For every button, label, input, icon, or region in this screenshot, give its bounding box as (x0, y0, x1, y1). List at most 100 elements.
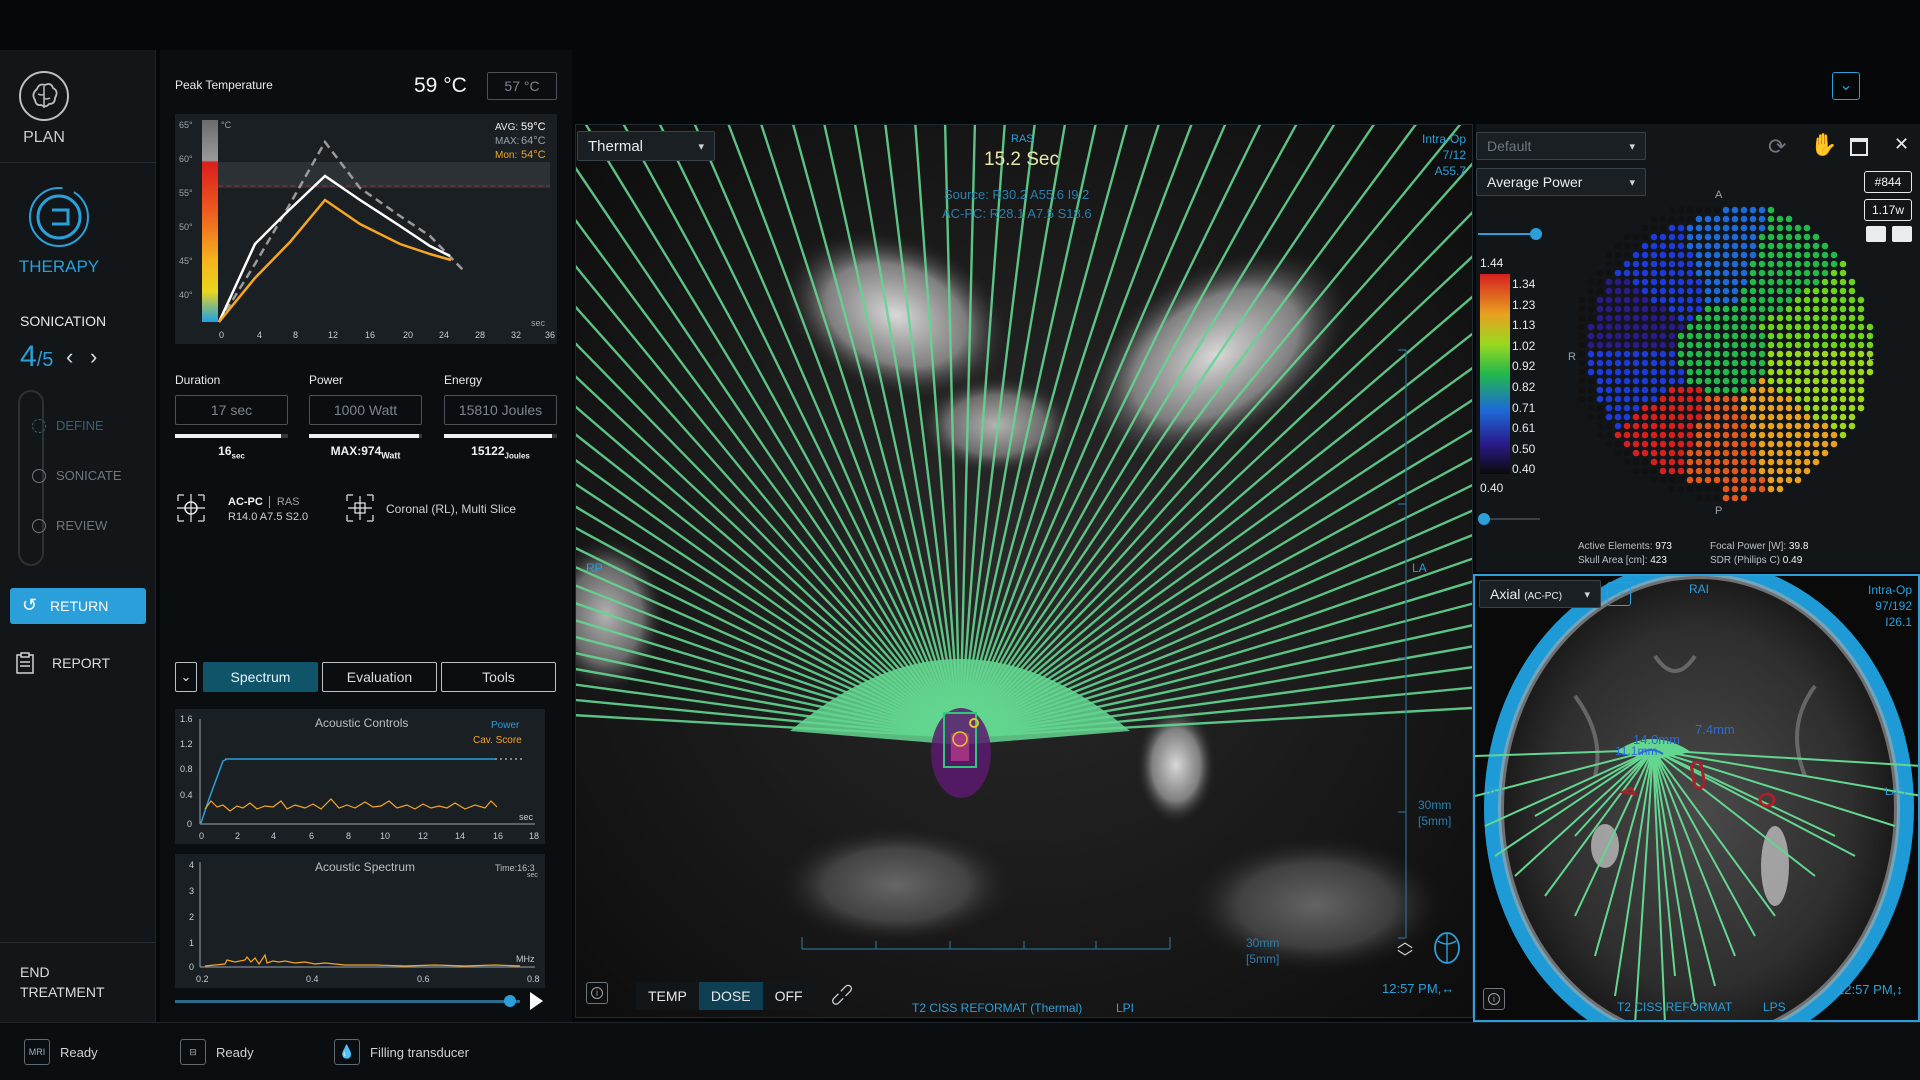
crosshair-icon[interactable] (175, 492, 207, 524)
transducer-element (1722, 404, 1730, 412)
transducer-element (1704, 314, 1712, 322)
info-button[interactable]: i (586, 982, 608, 1004)
transducer-element (1767, 323, 1775, 331)
duration-progress (175, 434, 288, 438)
transducer-element (1695, 323, 1703, 331)
transducer-element (1848, 305, 1856, 313)
energy-actual: 15122Joules (444, 444, 557, 460)
transducer-element-map[interactable]: A P R L (1568, 186, 1878, 516)
transducer-element (1731, 341, 1739, 349)
transducer-element (1758, 323, 1766, 331)
return-button[interactable]: ↺ RETURN (10, 588, 146, 624)
transducer-element (1632, 278, 1640, 286)
duration-actual-unit: sec (231, 451, 245, 461)
playback-handle[interactable] (503, 995, 516, 1007)
dose-toggle[interactable]: DOSE (698, 982, 763, 1010)
transducer-element (1704, 458, 1712, 466)
preset-dropdown[interactable]: Default ▾ (1476, 132, 1646, 160)
focal-stats: Focal Power [W]: 39.8 SDR (Philips C) 0.… (1710, 540, 1808, 568)
next-sonication-button[interactable]: › (90, 344, 97, 370)
transducer-element (1731, 332, 1739, 340)
transducer-element (1785, 305, 1793, 313)
scroll-slices-control[interactable]: ︿ ﹀ (1394, 935, 1416, 967)
close-icon[interactable]: ✕ (1894, 134, 1909, 155)
report-button[interactable]: REPORT (16, 652, 110, 674)
transducer-element (1767, 449, 1775, 457)
transducer-element (1686, 251, 1694, 259)
transducer-element (1605, 404, 1613, 412)
transducer-element (1695, 377, 1703, 385)
transducer-element (1740, 377, 1748, 385)
element-swatch-b[interactable] (1892, 226, 1912, 242)
refresh-icon[interactable]: ⟳ (1768, 134, 1786, 160)
element-stats: Active Elements: 973 Skull Area [cm]: 42… (1578, 540, 1672, 568)
axial-view-dropdown[interactable]: Axial (AC-PC) ▾ (1479, 580, 1601, 608)
head-orientation-icon[interactable] (1432, 931, 1462, 965)
active-elements-row: Active Elements: 973 (1578, 540, 1672, 554)
transducer-element (1722, 377, 1730, 385)
transducer-element (1830, 305, 1838, 313)
transducer-element (1587, 359, 1595, 367)
transducer-element (1821, 377, 1829, 385)
axial-info-button[interactable]: i (1483, 988, 1505, 1010)
transducer-element (1722, 224, 1730, 232)
range-slider-bottom[interactable] (1478, 513, 1540, 525)
view-mode-dropdown[interactable]: Thermal ▾ (577, 131, 715, 161)
transducer-element (1695, 269, 1703, 277)
play-button[interactable] (530, 992, 543, 1010)
maximize-icon[interactable] (1850, 138, 1868, 156)
playback-slider[interactable] (175, 995, 520, 1007)
transducer-element (1623, 314, 1631, 322)
transducer-element (1749, 215, 1757, 223)
hand-icon[interactable]: ✋ (1810, 132, 1837, 158)
transducer-element (1839, 314, 1847, 322)
y-tick: 2 (189, 912, 194, 922)
viewer-time: 12:57 PM,↔ (1382, 981, 1455, 996)
axial-settings-button[interactable]: ⚇ (1607, 582, 1631, 606)
transducer-element (1641, 314, 1649, 322)
energy-input[interactable]: 15810 Joules (444, 395, 557, 425)
transducer-element (1785, 440, 1793, 448)
plan-button[interactable]: PLAN (14, 70, 74, 147)
transducer-element (1650, 224, 1658, 232)
top-menu-button[interactable]: ⌄ (1832, 72, 1860, 100)
target-temp-input[interactable]: 57 °C (487, 72, 557, 100)
transducer-element (1740, 305, 1748, 313)
transducer-element (1641, 296, 1649, 304)
focal-label: Focal Power [W]: (1710, 541, 1787, 552)
transducer-element (1587, 305, 1595, 313)
end-treatment-button[interactable]: END TREATMENT (20, 962, 105, 1002)
range-slider-top-handle[interactable] (1529, 228, 1542, 240)
prev-sonication-button[interactable]: ‹ (66, 344, 73, 370)
transducer-element (1668, 485, 1676, 493)
multi-slice-icon[interactable] (344, 492, 376, 524)
transducer-element (1749, 341, 1757, 349)
scale-tick: 0.40 (1512, 462, 1536, 477)
axial-viewer[interactable]: Axial (AC-PC) ▾ ⚇ RAI Intra-Op 97/192 I2… (1473, 574, 1920, 1022)
transducer-element (1668, 224, 1676, 232)
tab-evaluation[interactable]: Evaluation (322, 662, 437, 692)
temp-toggle[interactable]: TEMP (636, 982, 699, 1010)
transducer-element (1623, 305, 1631, 313)
range-slider-bottom-handle[interactable] (1478, 513, 1490, 525)
range-slider-top[interactable] (1478, 228, 1542, 240)
transducer-element (1650, 368, 1658, 376)
tab-spectrum[interactable]: Spectrum (203, 662, 318, 692)
transducer-element (1794, 386, 1802, 394)
left-nav: PLAN THERAPY SONICATION 4 /5 ‹ › DEFINE … (0, 50, 156, 1022)
transducer-element (1758, 404, 1766, 412)
tabs-toggle-button[interactable]: ⌄ (175, 662, 197, 692)
transducer-element (1821, 341, 1829, 349)
transducer-element (1839, 287, 1847, 295)
transducer-element (1650, 233, 1658, 241)
transducer-element (1650, 242, 1658, 250)
transducer-element (1839, 431, 1847, 439)
tab-tools[interactable]: Tools (441, 662, 556, 692)
therapy-button[interactable]: THERAPY (14, 186, 104, 277)
power-input[interactable]: 1000 Watt (309, 395, 422, 425)
off-toggle[interactable]: OFF (762, 982, 815, 1010)
thermal-viewer[interactable]: Thermal ▾ RAS 15.2 Sec Source: R30.2 A55… (575, 124, 1473, 1018)
transducer-element (1857, 323, 1865, 331)
duration-input[interactable]: 17 sec (175, 395, 288, 425)
axial-view-value: Axial (AC-PC) (1490, 586, 1562, 602)
